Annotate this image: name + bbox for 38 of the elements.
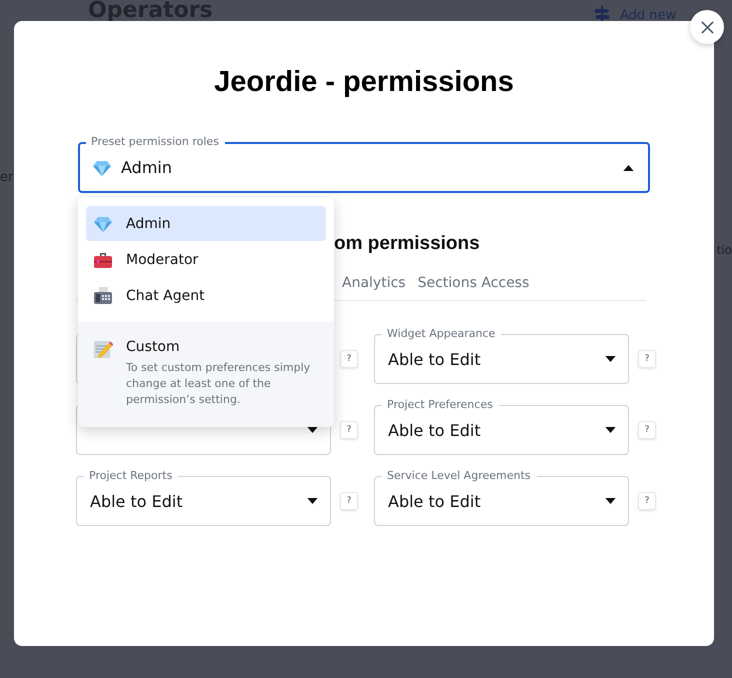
- help-button[interactable]: ?: [340, 421, 358, 439]
- field-label: Service Level Agreements: [382, 469, 537, 483]
- section-heading: om permissions: [333, 232, 481, 256]
- close-button[interactable]: [690, 10, 724, 44]
- menu-item-label: Moderator: [126, 252, 198, 268]
- menu-item-label: Custom: [126, 339, 181, 355]
- field-label: Preset permission roles: [86, 135, 225, 149]
- menu-item[interactable]: Moderator: [86, 242, 326, 277]
- menu-item-label: Admin: [126, 216, 171, 232]
- menu-item-description: To set custom preferences simply change at least one of the permission’s setting.: [126, 360, 312, 408]
- caret-down-icon: [307, 498, 318, 504]
- close-icon: [700, 20, 714, 34]
- caret-down-icon: [605, 498, 616, 504]
- help-button[interactable]: ?: [638, 421, 656, 439]
- help-button[interactable]: ?: [340, 492, 358, 510]
- select-value: Able to Edit: [388, 420, 481, 440]
- select-value: Able to Edit: [388, 492, 481, 510]
- menu-item[interactable]: Custom To set custom preferences simply change at least one of the permission’s setting.: [78, 322, 334, 427]
- select-value: Admin: [121, 158, 172, 177]
- fax-machine-icon: [93, 286, 113, 306]
- dialog-title: Jeordie - permissions: [213, 65, 515, 100]
- tab[interactable]: Sections Access: [414, 268, 534, 298]
- help-button[interactable]: ?: [638, 350, 656, 368]
- help-button[interactable]: ?: [340, 350, 358, 368]
- select-value: Able to Edit: [90, 492, 183, 510]
- tab[interactable]: Analytics: [338, 268, 410, 298]
- select-value: Able to Edit: [388, 350, 481, 368]
- field-label: Project Preferences: [382, 398, 499, 412]
- memo-pencil-icon: [93, 339, 113, 359]
- field-label: Project Reports: [84, 469, 178, 483]
- menu-item[interactable]: Chat Agent: [86, 278, 326, 313]
- menu-item[interactable]: Admin: [86, 206, 326, 241]
- help-button[interactable]: ?: [638, 492, 656, 510]
- menu-item-label: Chat Agent: [126, 288, 205, 304]
- field-label: Widget Appearance: [382, 327, 502, 341]
- caret-down-icon: [605, 427, 616, 433]
- caret-down-icon: [605, 356, 616, 362]
- caret-down-icon: [623, 164, 634, 170]
